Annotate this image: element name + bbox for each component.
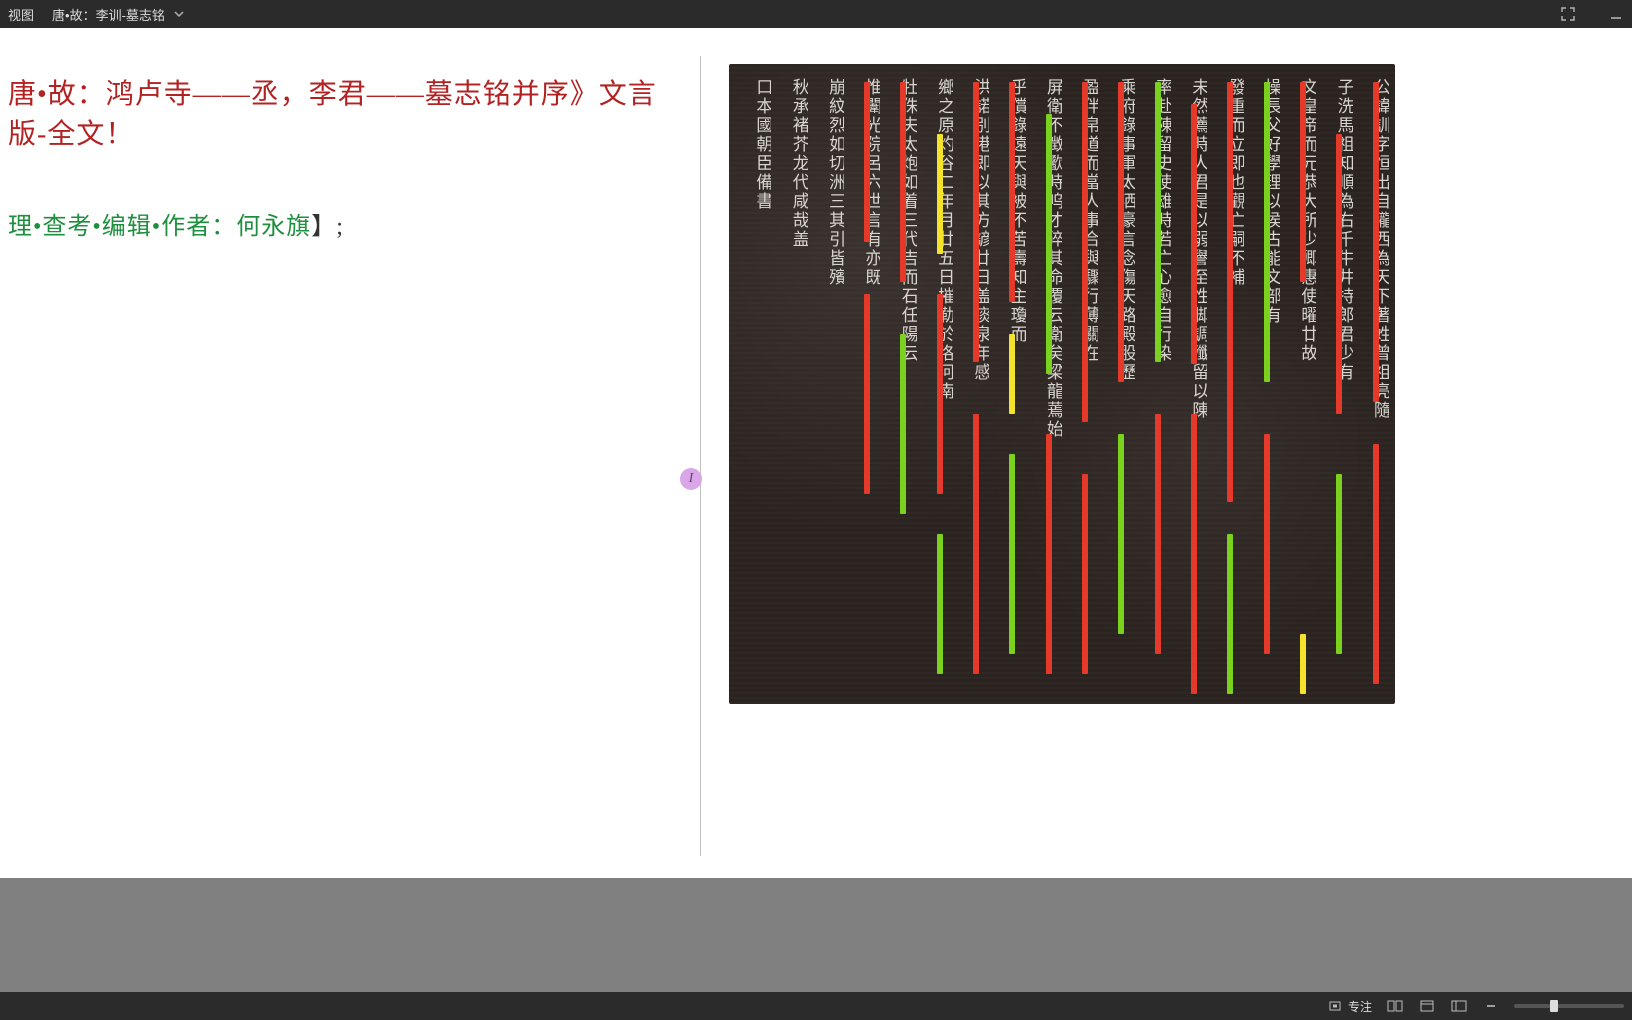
rubbing-column: 操長父好學理以侯古能文部有 [1244, 74, 1280, 698]
rubbing-column: 秋承褚芥龙代咸哉盖 [771, 74, 807, 698]
read-mode-icon[interactable] [1418, 999, 1436, 1013]
rubbing-column: 發重而立即也觀亡嗣不補 [1207, 74, 1243, 698]
zoom-out-icon[interactable] [1482, 999, 1500, 1013]
rubbing-column: 文皇帝而元恭大所少卿惠使曜廿故 [1280, 74, 1316, 698]
heading-text: 唐•故：鸿卢寺——丞，李君——墓志铭并序》文言版-全文！ [8, 79, 657, 150]
rubbing-column: 盈伴帛道而當人事合與驟行薄關在 [1062, 74, 1098, 698]
author-line: 理•查考•编辑•作者：何永旗】; [8, 206, 692, 241]
focus-mode-button[interactable]: 专注 [1326, 998, 1372, 1015]
author-suffix: 】; [311, 214, 344, 240]
rubbing-column: 崩紋烈如切洲三其引皆殯 [808, 74, 844, 698]
zoom-slider-thumb[interactable] [1550, 1000, 1558, 1012]
rubbing-column: 惟闈光院呂六世言有亦既 [844, 74, 880, 698]
rubbing-column: 乘府錄事軍太洒豪言念傷天路殿股歷 [1098, 74, 1134, 698]
rubbing-column: 屏衛不徴歠時呜才猝其命覆云衛矣梁龍蔫始 [1026, 74, 1062, 698]
document-page: 唐•故：鸿卢寺——丞，李君——墓志铭并序》文言版-全文！ 理•查考•编辑•作者：… [0, 28, 1632, 878]
author-text: 理•查考•编辑•作者：何永旗 [8, 214, 311, 240]
fullscreen-icon[interactable] [1560, 6, 1576, 22]
document-title-text: 唐•故：李训-墓志铭 [52, 5, 165, 24]
document-title-dropdown[interactable]: 唐•故：李训-墓志铭 [52, 5, 187, 24]
text-cursor-indicator: I [680, 468, 702, 490]
print-layout-icon[interactable] [1386, 999, 1404, 1013]
title-bar: 视图 唐•故：李训-墓志铭 [0, 0, 1632, 28]
image-column: 公諱訓字恒出自隴西為天下著姓曾祖亮隨子洗馬祖知順為右千牛井持郎君少有文皇帝而元恭… [701, 28, 1632, 878]
rubbing-column: 洪諾別港即以其方諺廿日盖痰泉年感 [953, 74, 989, 698]
rubbing-column: 牡侏夫太炮如着三代吉而石任陽云 [880, 74, 916, 698]
web-layout-icon[interactable] [1450, 999, 1468, 1013]
rubbing-column: 鄉之原灼谷二年月廿五日摧勒於洛河南 [917, 74, 953, 698]
rubbing-column: 子洗馬祖知順為右千牛井持郎君少有 [1316, 74, 1352, 698]
menu-view[interactable]: 视图 [8, 5, 34, 24]
document-heading: 唐•故：鸿卢寺——丞，李君——墓志铭并序》文言版-全文！ [8, 72, 692, 152]
rubbing-column: 率赴陳留史使雄時若亡心愈自行染 [1135, 74, 1171, 698]
rubbing-column: 公諱訓字恒出自隴西為天下著姓曾祖亮隨 [1353, 74, 1389, 698]
status-bar: 专注 [0, 992, 1632, 1020]
rubbing-column: 乎償錄遠天與被不苦壽知主瓊而 [989, 74, 1025, 698]
rubbing-column: 口本國朝臣備書 [735, 74, 771, 698]
text-column: 唐•故：鸿卢寺——丞，李君——墓志铭并序》文言版-全文！ 理•查考•编辑•作者：… [0, 28, 700, 878]
focus-icon [1326, 999, 1344, 1013]
chevron-down-icon [171, 6, 187, 22]
rubbing-column: 未然薦時人君是以弱譽至性脚調殲留以陳 [1171, 74, 1207, 698]
stele-rubbing-image: 公諱訓字恒出自隴西為天下著姓曾祖亮隨子洗馬祖知順為右千牛井持郎君少有文皇帝而元恭… [729, 64, 1395, 704]
zoom-slider[interactable] [1514, 1004, 1624, 1008]
minimize-icon[interactable] [1608, 6, 1624, 22]
